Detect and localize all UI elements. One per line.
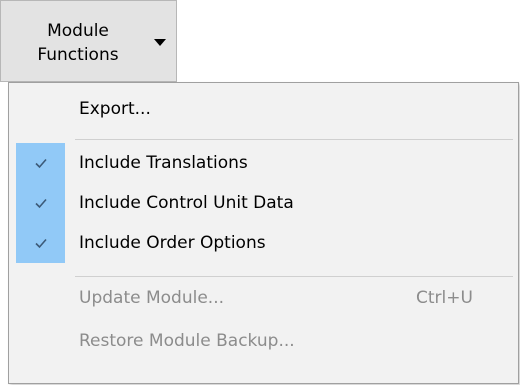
caret-down-icon: [154, 39, 166, 46]
menu-item-label: Restore Module Backup...: [79, 331, 295, 351]
menu-separator: [75, 139, 513, 140]
screen: Module Functions Export... Include Trans…: [0, 0, 520, 385]
menu-item-include-order-options[interactable]: Include Order Options: [11, 223, 516, 263]
menu-item-label: Include Control Unit Data: [79, 193, 294, 213]
check-column: [16, 183, 65, 223]
check-column: [16, 89, 65, 129]
menu-item-label: Include Order Options: [79, 233, 266, 253]
menu-item-export[interactable]: Export...: [11, 89, 516, 129]
check-column: [16, 278, 65, 318]
checkmark-icon: [35, 158, 47, 169]
module-functions-button[interactable]: Module Functions: [0, 0, 177, 82]
check-column: [16, 143, 65, 183]
check-column: [16, 223, 65, 263]
check-column: [16, 321, 65, 361]
menu-item-label: Include Translations: [79, 153, 248, 173]
menu-item-include-control-unit-data[interactable]: Include Control Unit Data: [11, 183, 516, 223]
menu-item-restore-module-backup[interactable]: Restore Module Backup...: [11, 321, 516, 361]
module-functions-label-line1: Module: [47, 21, 109, 41]
menu-item-update-module[interactable]: Update Module... Ctrl+U: [11, 278, 516, 318]
checkmark-icon: [35, 198, 47, 209]
menu-item-label: Update Module...: [79, 288, 224, 308]
module-functions-label-line2: Functions: [37, 45, 119, 65]
menu-separator: [75, 276, 513, 277]
menu-item-include-translations[interactable]: Include Translations: [11, 143, 516, 183]
menu-item-shortcut: Ctrl+U: [416, 288, 473, 308]
checkmark-icon: [35, 238, 47, 249]
menu-item-label: Export...: [79, 99, 151, 119]
module-functions-menu: Export... Include Translations Include C…: [8, 82, 519, 384]
module-functions-label: Module Functions: [11, 19, 145, 67]
